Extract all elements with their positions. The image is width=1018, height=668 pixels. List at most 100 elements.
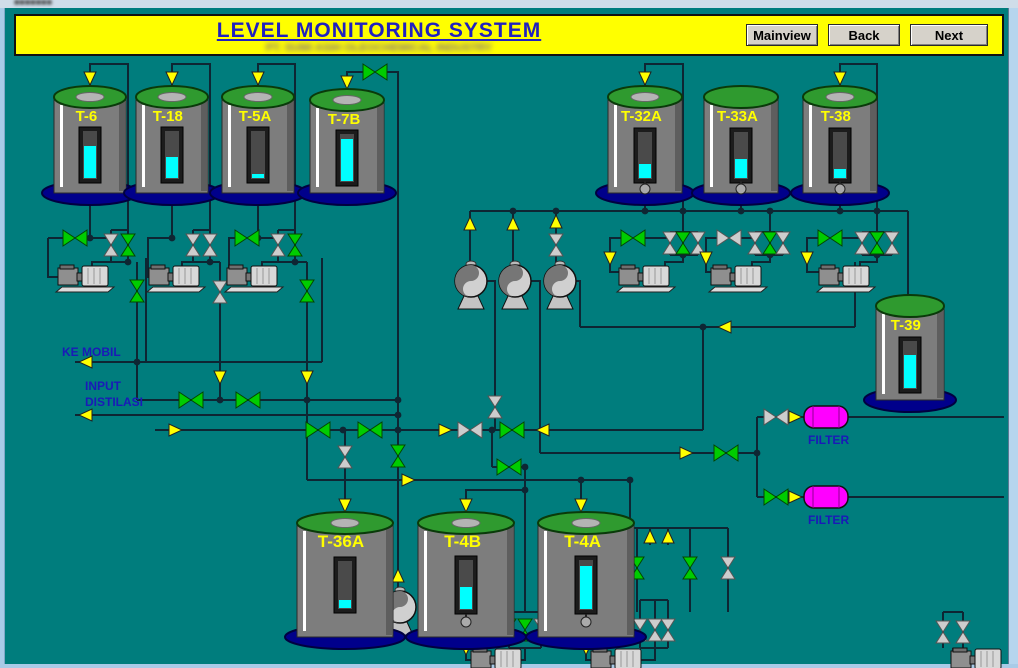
pipe-junction: [292, 259, 299, 266]
tank-T-18: [124, 86, 220, 205]
flow-arrow-d: [339, 499, 351, 512]
pipe-junction: [837, 208, 844, 215]
valve-open-h-0: [63, 230, 87, 246]
valve-closed-v-21: [338, 446, 352, 468]
filter-vessel-1: [804, 486, 848, 508]
flow-arrow-d: [301, 371, 313, 384]
valve-open-h-8: [306, 422, 330, 438]
pipe-junction: [340, 427, 347, 434]
flow-arrow-l: [536, 424, 549, 436]
flow-arrow-d: [801, 252, 813, 265]
pipe-junction: [680, 208, 687, 215]
valve-closed-v-31: [936, 621, 950, 643]
pipe-junction: [125, 259, 132, 266]
valve-closed-v-9: [549, 234, 563, 256]
flow-arrow-d: [214, 371, 226, 384]
tank-T-38: [791, 86, 889, 205]
valve-closed-v-10: [663, 232, 677, 254]
pipe-junction: [489, 427, 496, 434]
pipe-junction: [522, 464, 529, 471]
valve-open-v-14: [763, 232, 777, 254]
pipe-junction: [395, 412, 402, 419]
flow-arrow-r: [789, 411, 802, 423]
valve-open-v-5: [288, 234, 302, 256]
pump-motor-assembly-3: [617, 265, 675, 292]
pump-motor-assembly-6: [469, 648, 527, 668]
flow-arrow-d: [341, 76, 353, 89]
valve-open-v-20: [391, 445, 405, 467]
flow-arrow-u: [662, 530, 674, 543]
pipe-junction: [87, 235, 94, 242]
pipe-junction: [754, 450, 761, 457]
ball-pump-2: [544, 261, 576, 309]
tank-T-5A: [210, 86, 306, 205]
flow-arrow-d: [166, 72, 178, 85]
filter-label-1: FILTER: [808, 513, 849, 527]
valve-closed-h-10: [458, 422, 482, 438]
valve-open-h-15: [764, 489, 788, 505]
flow-arrow-r: [680, 447, 693, 459]
pump-motor-assembly-1: [147, 265, 205, 292]
pipe-junction: [627, 477, 634, 484]
valve-closed-v-2: [186, 234, 200, 256]
flow-arrow-d: [460, 499, 472, 512]
flow-arrow-d: [84, 72, 96, 85]
filter-vessel-0: [804, 406, 848, 428]
pipe-junction: [738, 208, 745, 215]
valve-open-h-9: [358, 422, 382, 438]
tank-label-T-39: T-39: [891, 317, 921, 334]
valve-closed-v-15: [776, 232, 790, 254]
valve-closed-v-29: [648, 619, 662, 641]
valve-closed-v-3: [203, 234, 217, 256]
valve-open-v-6: [130, 280, 144, 302]
tank-label-T-18: T-18: [153, 108, 183, 125]
valve-open-h-7: [236, 392, 260, 408]
valve-closed-v-0: [104, 234, 118, 256]
valve-closed-v-12: [691, 232, 705, 254]
flow-arrow-d: [700, 252, 712, 265]
tank-T-33A: [692, 86, 790, 205]
flow-arrow-d: [575, 499, 587, 512]
valve-closed-v-4: [271, 234, 285, 256]
tank-label-T-38: T-38: [821, 108, 851, 125]
tank-T-39: [864, 295, 956, 412]
valve-closed-v-13: [748, 232, 762, 254]
valve-closed-v-24: [721, 557, 735, 579]
valve-closed-v-30: [661, 619, 675, 641]
valve-closed-h-4: [717, 230, 741, 246]
tank-T-7B: [298, 89, 396, 205]
valve-open-h-1: [235, 230, 259, 246]
valve-open-h-5: [818, 230, 842, 246]
flow-arrow-l: [718, 321, 731, 333]
pipe-junction: [700, 324, 707, 331]
input-label-2: DISTILASI: [85, 395, 143, 409]
pump-motor-assembly-5: [817, 265, 875, 292]
pipe-junction: [642, 208, 649, 215]
pipe-junction: [395, 427, 402, 434]
flow-arrow-u: [507, 217, 519, 230]
flow-arrow-l: [79, 409, 92, 421]
pipe-junction: [578, 477, 585, 484]
ke-mobil-label: KE MOBIL: [62, 345, 121, 359]
pipe-junction: [874, 208, 881, 215]
pipe: [386, 72, 398, 590]
pipe-junction: [134, 359, 141, 366]
valve-open-h-6: [179, 392, 203, 408]
tank-label-T-7B: T-7B: [328, 111, 361, 128]
pipe-junction: [169, 235, 176, 242]
tank-label-T-36A: T-36A: [318, 532, 364, 551]
pipe-junction: [217, 397, 224, 404]
process-diagram: FILTERFILTERT-6T-18T-5AT-7BT-32AT-33AT-3…: [0, 0, 1018, 668]
valve-open-v-1: [121, 234, 135, 256]
tank-label-T-33A: T-33A: [717, 108, 758, 125]
valve-open-h-12: [497, 459, 521, 475]
valve-open-v-8: [300, 280, 314, 302]
flow-arrow-r: [439, 424, 452, 436]
tank-label-T-5A: T-5A: [239, 108, 272, 125]
tank-T-6: [42, 86, 138, 205]
pump-motor-assembly-0: [56, 265, 114, 292]
tank-label-T-4B: T-4B: [444, 532, 481, 551]
pipe: [466, 490, 525, 512]
flow-arrow-d: [604, 252, 616, 265]
pump-motor-assembly-2: [225, 265, 283, 292]
